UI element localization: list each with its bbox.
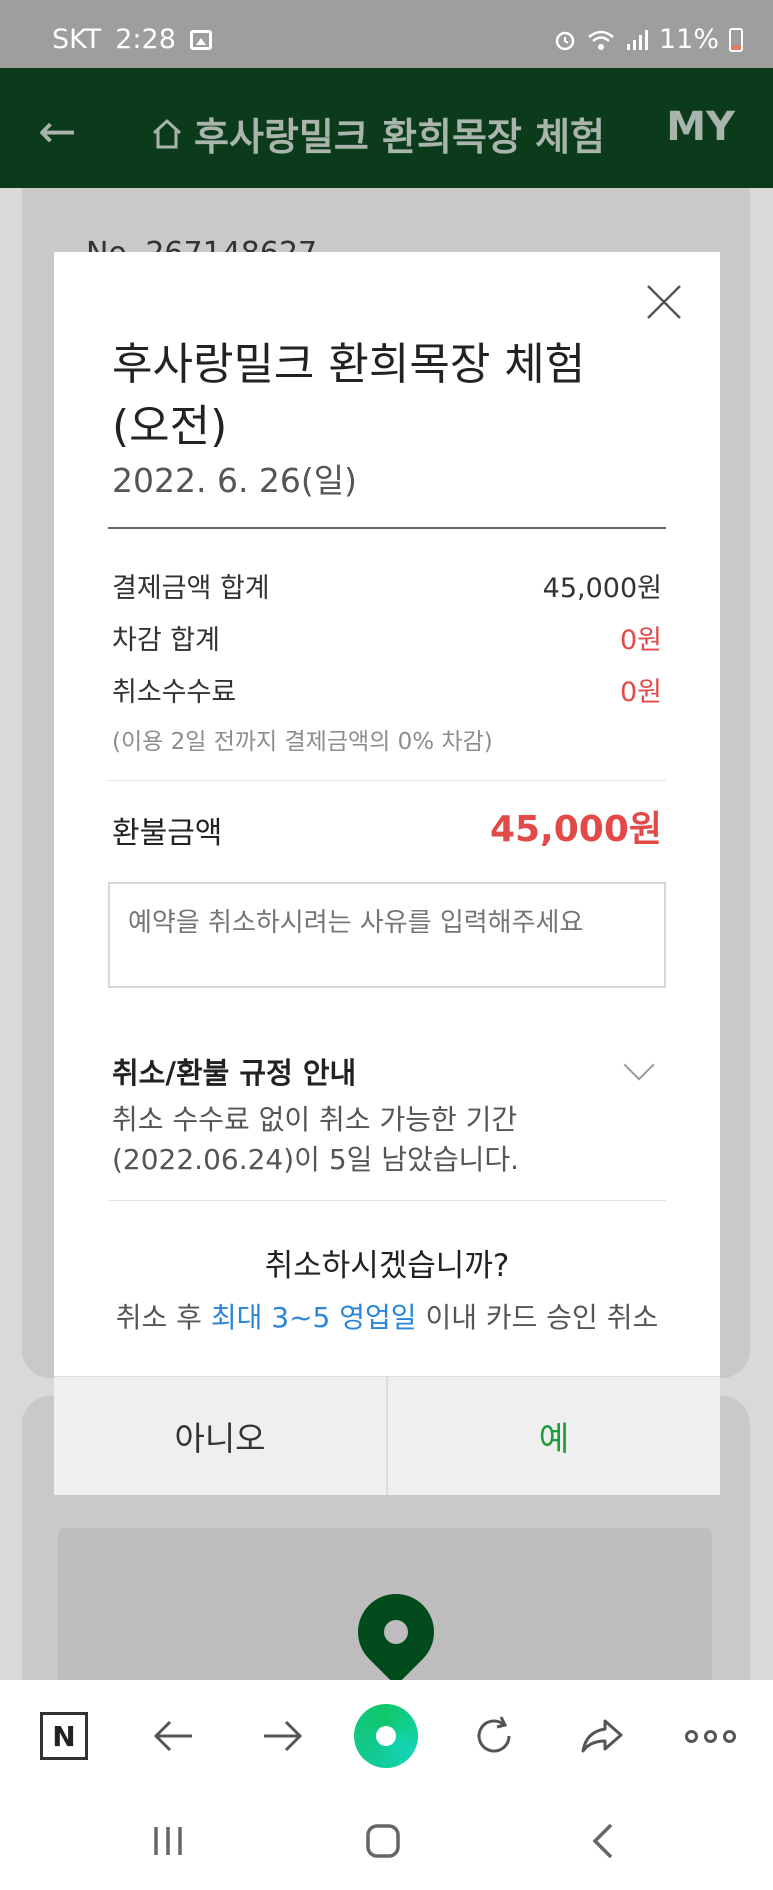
back-nav-icon[interactable] [578,1816,628,1866]
confirm-question: 취소하시겠습니까? [264,1248,510,1284]
dialog-button-row: 아니오 예 [54,1376,720,1495]
status-left: SKT 2:28 [52,24,212,55]
clock: 2:28 [115,24,176,55]
system-nav-bar [0,1792,773,1890]
deduction-total-label: 차감 합계 [112,625,220,656]
alarm-icon [555,31,575,50]
recent-apps-icon[interactable] [143,1816,193,1866]
more-menu-icon[interactable] [680,1708,740,1764]
page-title: 후사랑밀크 환희목장 체험 [150,106,605,161]
browser-toolbar: N [0,1680,773,1792]
confirm-sub-after: 이내 카드 승인 취소 [416,1301,659,1334]
refund-policy-title[interactable]: 취소/환불 규정 안내 [112,1050,356,1092]
refund-value: 45,000원 [489,809,662,850]
battery-percent: 11% [658,24,719,55]
no-button[interactable]: 아니오 [54,1377,388,1495]
divider [108,780,666,781]
status-right: 11% [553,24,743,55]
page-title-text: 후사랑밀크 환희목장 체험 [194,115,606,159]
cancel-fee-row: 취소수수료 0원 [112,670,662,709]
deduction-total-value: 0원 [619,625,662,656]
deduction-total-row: 차감 합계 0원 [112,618,662,657]
refund-label: 환불금액 [112,816,223,851]
signal-icon [626,29,648,50]
reservation-date: 2022. 6. 26(일) [112,461,358,500]
confirm-sub-highlight: 최대 3~5 영업일 [210,1301,417,1334]
browser-forward-icon[interactable] [254,1708,310,1764]
green-dot-button[interactable] [354,1704,418,1768]
cancel-reservation-dialog: 후사랑밀크 환희목장 체험 (오전) 2022. 6. 26(일) 결제금액 합… [54,252,720,1495]
refresh-icon[interactable] [466,1708,522,1764]
status-bar: SKT 2:28 11% [0,0,773,68]
cancel-fee-value: 0원 [619,677,662,708]
share-icon[interactable] [574,1708,630,1764]
home-nav-icon[interactable] [358,1816,408,1866]
back-arrow-icon[interactable]: ← [38,108,77,154]
battery-icon [729,27,743,52]
divider [108,1200,666,1201]
payment-total-row: 결제금액 합계 45,000원 [112,566,662,605]
title-divider [108,527,666,529]
payment-total-label: 결제금액 합계 [112,573,270,604]
naver-logo-icon: N [40,1712,88,1760]
map-pin-icon [342,1578,450,1686]
confirm-subtext: 취소 후 최대 3~5 영업일 이내 카드 승인 취소 [54,1296,720,1336]
cancel-fee-label: 취소수수료 [112,677,237,708]
cancel-reason-input[interactable] [108,882,666,988]
yes-button[interactable]: 예 [388,1377,720,1495]
green-dot-icon [354,1704,418,1768]
carrier-label: SKT [52,24,102,55]
map-view [58,1528,712,1698]
browser-back-icon[interactable] [146,1708,202,1764]
chevron-down-icon[interactable] [623,1049,655,1081]
image-notification-icon [189,29,212,50]
dialog-title: 후사랑밀크 환희목장 체험 (오전) [112,339,586,452]
wifi-icon [588,30,614,50]
home-icon [152,118,182,148]
confirm-sub-before: 취소 후 [115,1301,211,1334]
my-button[interactable]: MY [666,104,735,150]
naver-home-button[interactable]: N [36,1708,92,1764]
close-icon[interactable] [644,282,684,322]
payment-total-value: 45,000원 [542,573,662,604]
app-header: ← 후사랑밀크 환희목장 체험 MY [0,68,773,188]
refund-policy-text: 취소 수수료 없이 취소 가능한 기간 (2022.06.24)이 5일 남았습… [112,1103,520,1176]
fee-note: (이용 2일 전까지 결제금액의 0% 차감) [112,729,493,755]
